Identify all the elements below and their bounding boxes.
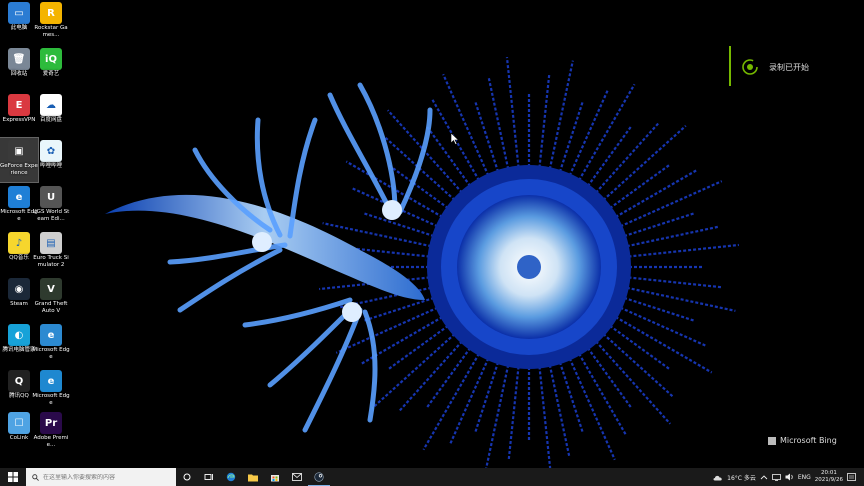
app-icon: e [8,186,30,208]
toast-text: 录制已开始 [769,63,809,72]
taskbar-file-explorer-button[interactable] [242,468,264,486]
taskbar-search-box[interactable] [26,468,176,486]
start-button[interactable] [0,468,26,486]
desktop-icon[interactable]: e Microsoft Edge [32,322,70,366]
app-icon: V [40,278,62,300]
desktop-icon[interactable]: V Grand Theft Auto V [32,276,70,320]
app-icon: Pr [40,412,62,434]
app-icon: ▭ [8,2,30,24]
cortana-circle-icon [183,473,191,481]
app-icon: e [40,370,62,392]
desktop-icon-label: 爱奇艺 [42,71,60,77]
desktop-icon-label: Euro Truck Simulator 2 [33,255,69,268]
mouse-cursor-icon [451,133,459,145]
taskbar-steam-button[interactable] [308,468,330,486]
app-icon: ☁ [40,94,62,116]
app-icon: iQ [40,48,62,70]
desktop-icon-label: Adobe Premie... [33,435,69,448]
steam-icon [314,471,324,482]
desktop-icon-label: 百度网盘 [39,117,62,123]
notification-center-icon[interactable] [847,472,856,482]
desktop-icon-label: Rockstar Games... [34,25,68,38]
app-icon: e [40,324,62,346]
app-icon: ▤ [40,232,62,254]
clock-date: 2021/9/26 [814,477,843,483]
recording-notification: 录制已开始 [729,46,849,86]
task-view-button[interactable] [176,468,198,486]
bing-label: Microsoft Bing [780,436,837,445]
weather-widget[interactable]: 16°C 多云 [727,473,756,482]
task-view-icon [204,474,213,480]
app-icon: 🗑 [8,48,30,70]
desktop-icon[interactable]: ✿ 哔哩哔哩 [32,138,70,182]
desktop-icon[interactable]: U UGS World Steam Edi... [32,184,70,228]
app-icon: E [8,94,30,116]
desktop-icon[interactable]: R Rockstar Games... [32,0,70,44]
app-icon: ♪ [8,232,30,254]
cloud-weather-icon [713,475,722,480]
clock-time: 20:01 [820,470,837,476]
store-bag-icon [271,475,279,482]
desktop-icon[interactable]: Pr Adobe Premie... [32,410,70,454]
desktop-icon-label: Microsoft Edge [32,393,70,406]
task-view-switcher-button[interactable] [198,468,220,486]
app-icon: ▣ [8,140,30,162]
taskbar-mail-button[interactable] [286,468,308,486]
app-icon: ✿ [40,140,62,162]
desktop-icon-label: Microsoft Edge [32,347,70,360]
app-icon: R [40,2,62,24]
input-language-indicator[interactable]: ENG [798,474,811,481]
edge-icon [226,472,236,482]
record-icon [742,59,758,75]
windows-logo-icon [8,472,18,482]
desktop-icon[interactable]: e Microsoft Edge [32,368,70,412]
chevron-up-icon[interactable] [760,474,768,480]
app-icon: ☐ [8,412,30,434]
app-icon: ◉ [8,278,30,300]
app-icon: ◐ [8,324,30,346]
desktop-icon[interactable]: ☁ 百度网盘 [32,92,70,136]
taskbar-clock[interactable]: 20:01 2021/9/26 [815,470,843,484]
toast-accent-bar [729,46,731,86]
desktop-icon[interactable]: ▤ Euro Truck Simulator 2 [32,230,70,274]
app-icon: U [40,186,62,208]
search-icon [32,473,39,481]
taskbar-store-button[interactable] [264,468,286,486]
desktop-icon[interactable]: iQ 爱奇艺 [32,46,70,90]
network-icon[interactable] [771,473,781,481]
bing-watermark[interactable]: Microsoft Bing [768,436,837,445]
volume-icon[interactable] [785,473,794,481]
taskbar-edge-button[interactable] [220,468,242,486]
desktop-icon-label: 哔哩哔哩 [39,163,62,169]
folder-icon [248,474,258,481]
taskbar: 16°C 多云 ENG 20:01 2021/9/26 [0,468,864,486]
search-input[interactable] [43,473,163,481]
bing-logo-icon [768,436,776,445]
system-tray: 16°C 多云 ENG 20:01 2021/9/26 [713,468,864,486]
mail-icon [292,473,302,481]
desktop-icon-label: UGS World Steam Edi... [32,209,70,222]
app-icon: Q [8,370,30,392]
desktop-icon-label: Grand Theft Auto V [34,301,68,314]
